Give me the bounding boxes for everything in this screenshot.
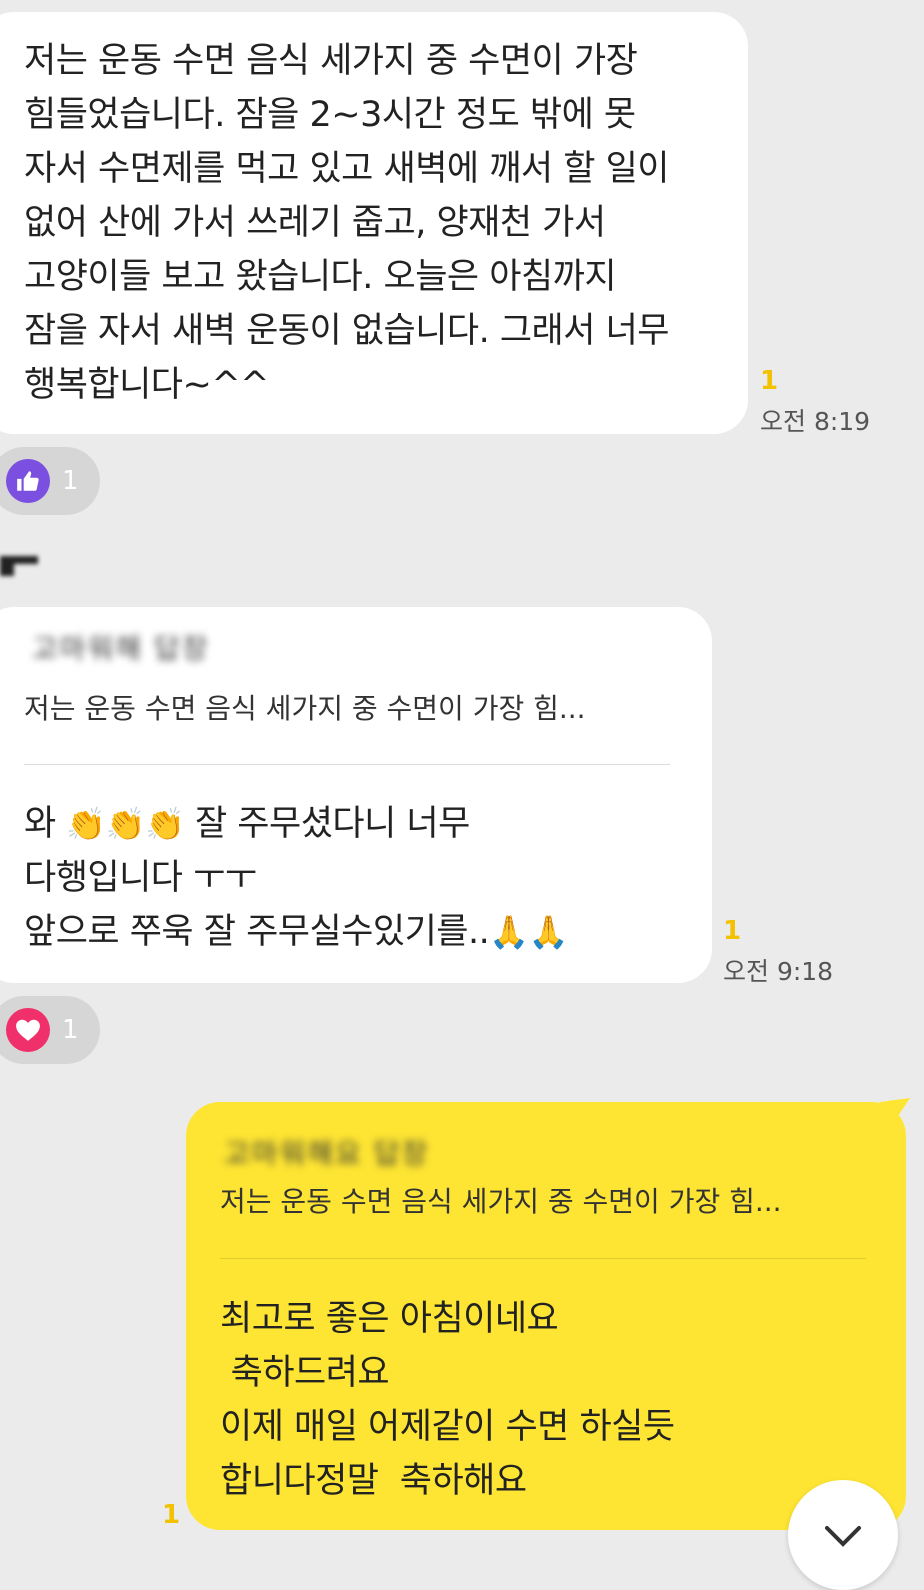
message-line-2: 다행입니다 ㅜㅜ — [24, 858, 257, 898]
quoted-sender-name: 고마워해 답장 — [32, 632, 210, 665]
reaction-badge[interactable]: 1 — [0, 996, 100, 1064]
message-time: 오전 8:19 — [760, 407, 871, 436]
message-text: 최고로 좋은 아침이네요 축하드려요 이제 매일 어제같이 수면 하실듯 합니다… — [220, 1299, 675, 1501]
message-time: 오전 9:18 — [723, 957, 834, 986]
reaction-count: 1 — [62, 466, 79, 496]
clapping-hands-emoji: 👏👏👏 — [66, 805, 185, 843]
quoted-message-text: 저는 운동 수면 음식 세가지 중 수면이 가장 힘... — [24, 692, 586, 725]
reaction-badge[interactable]: 1 — [0, 447, 100, 515]
reaction-count: 1 — [62, 1015, 79, 1045]
scroll-to-bottom-button[interactable] — [788, 1480, 898, 1590]
unread-count: 1 — [162, 1500, 181, 1530]
message-line-3-text: 앞으로 쭈욱 잘 주무실수있기를.. — [24, 912, 490, 952]
heart-icon — [6, 1008, 50, 1052]
quoted-message-text: 저는 운동 수면 음식 세가지 중 수면이 가장 힘... — [220, 1185, 782, 1218]
message-line-1-prefix: 와 — [24, 804, 67, 844]
unread-count: 1 — [760, 366, 779, 396]
reply-divider — [220, 1258, 866, 1259]
message-line-1-suffix: 잘 주무셨다니 너무 — [184, 804, 470, 844]
outgoing-reply-bubble[interactable]: 고마워해요 답장 저는 운동 수면 음식 세가지 중 수면이 가장 힘... 최… — [186, 1102, 906, 1530]
incoming-message-bubble[interactable]: 저는 운동 수면 음식 세가지 중 수면이 가장 힘들었습니다. 잠을 2~3시… — [0, 12, 748, 434]
chevron-down-icon — [825, 1526, 861, 1547]
unread-count: 1 — [723, 916, 742, 946]
quoted-sender-name: 고마워해요 답장 — [224, 1137, 430, 1170]
message-line-1: 와 👏👏👏 잘 주무셨다니 너무 — [24, 797, 568, 851]
message-text: 와 👏👏👏 잘 주무셨다니 너무 다행입니다 ㅜㅜ 앞으로 쭈욱 잘 주무실수있… — [24, 797, 568, 959]
message-line-3: 앞으로 쭈욱 잘 주무실수있기를..🙏🙏 — [24, 905, 568, 959]
incoming-reply-bubble[interactable]: 고마워해 답장 저는 운동 수면 음식 세가지 중 수면이 가장 힘... 와 … — [0, 607, 712, 983]
reply-divider — [24, 764, 670, 765]
praying-hands-emoji: 🙏🙏 — [489, 913, 568, 951]
sender-name-blurred — [0, 556, 38, 576]
message-text: 저는 운동 수면 음식 세가지 중 수면이 가장 힘들었습니다. 잠을 2~3시… — [24, 41, 669, 405]
thumbs-up-icon — [6, 459, 50, 503]
